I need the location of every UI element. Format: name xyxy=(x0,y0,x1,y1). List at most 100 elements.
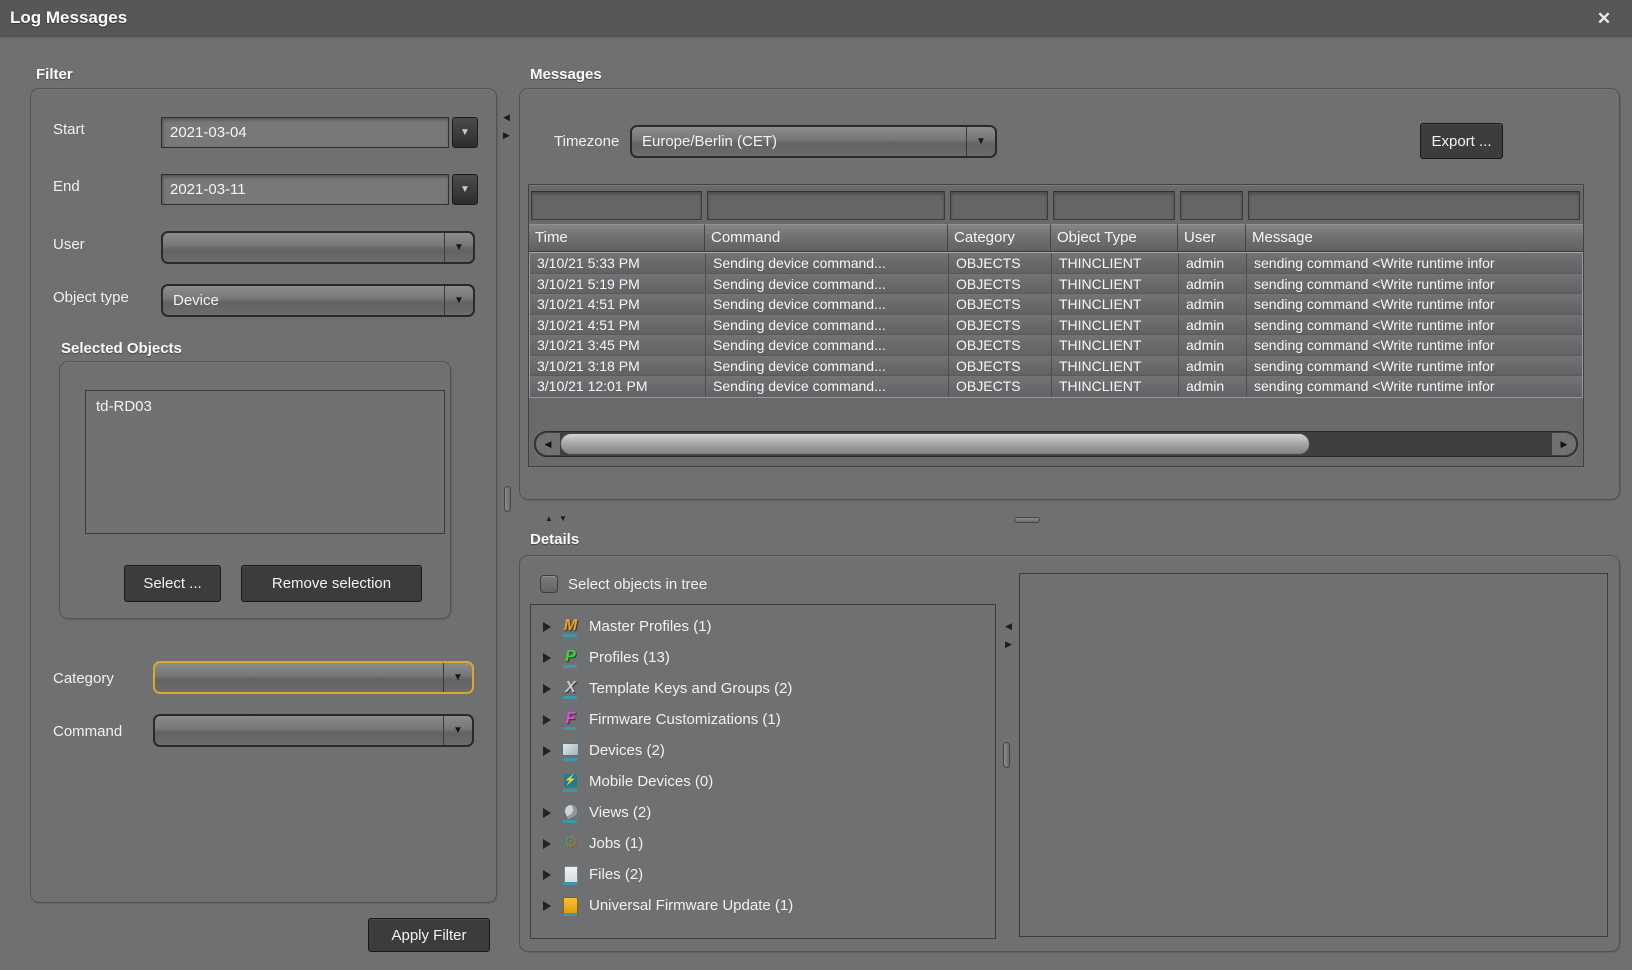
table-row[interactable]: 3/10/21 5:33 PMSending device command...… xyxy=(530,253,1582,274)
expand-arrow-icon[interactable] xyxy=(543,715,559,725)
cell-time: 3/10/21 5:19 PM xyxy=(530,274,706,294)
column-filter-input-user[interactable] xyxy=(1180,191,1243,220)
column-filter-input-category[interactable] xyxy=(950,191,1048,220)
files-icon xyxy=(561,865,580,884)
timezone-combobox[interactable]: Europe/Berlin (CET) ▼ xyxy=(630,125,997,158)
column-header-command[interactable]: Command xyxy=(705,224,948,252)
column-header-user[interactable]: User xyxy=(1178,224,1246,252)
cell-object_type: THINCLIENT xyxy=(1052,335,1179,355)
selected-objects-list[interactable]: td-RD03 xyxy=(85,390,445,534)
expand-arrow-icon[interactable] xyxy=(543,808,559,818)
start-label: Start xyxy=(53,121,85,138)
user-combobox[interactable]: ▼ xyxy=(161,231,475,264)
object-type-combobox[interactable]: Device ▼ xyxy=(161,284,475,317)
tree-item[interactable]: Profiles (13) xyxy=(531,642,995,673)
table-row[interactable]: 3/10/21 12:01 PMSending device command..… xyxy=(530,376,1582,397)
expand-tree-right-icon[interactable]: ▶ xyxy=(1005,639,1012,649)
filter-cell-category xyxy=(948,186,1051,224)
cell-object_type: THINCLIENT xyxy=(1052,253,1179,273)
collapse-tree-left-icon[interactable]: ◀ xyxy=(1005,621,1012,631)
expand-arrow-icon[interactable] xyxy=(543,653,559,663)
cell-object_type: THINCLIENT xyxy=(1052,315,1179,335)
collapse-left-icon[interactable]: ◀ xyxy=(503,112,510,122)
cell-command: Sending device command... xyxy=(706,356,949,376)
cell-category: OBJECTS xyxy=(949,335,1052,355)
expand-down-icon[interactable]: ▼ xyxy=(559,514,567,524)
scroll-right-icon[interactable]: ▶ xyxy=(1552,433,1576,455)
cell-category: OBJECTS xyxy=(949,376,1052,397)
cell-message: sending command <Write runtime infor xyxy=(1247,253,1582,273)
cell-category: OBJECTS xyxy=(949,253,1052,273)
expand-arrow-icon[interactable] xyxy=(543,684,559,694)
cell-user: admin xyxy=(1179,315,1247,335)
cell-time: 3/10/21 4:51 PM xyxy=(530,315,706,335)
column-header-time[interactable]: Time xyxy=(529,224,705,252)
command-combobox[interactable]: ▼ xyxy=(153,714,474,747)
scrollbar-thumb[interactable] xyxy=(560,433,1310,455)
close-icon[interactable]: ✕ xyxy=(1592,7,1616,31)
column-header-object_type[interactable]: Object Type xyxy=(1051,224,1178,252)
cell-user: admin xyxy=(1179,335,1247,355)
expand-arrow-icon[interactable] xyxy=(543,746,559,756)
table-row[interactable]: 3/10/21 3:45 PMSending device command...… xyxy=(530,335,1582,356)
column-filter-input-object_type[interactable] xyxy=(1053,191,1175,220)
column-header-category[interactable]: Category xyxy=(948,224,1051,252)
scroll-left-icon[interactable]: ◀ xyxy=(536,433,560,455)
category-combobox[interactable]: ▼ xyxy=(153,661,474,694)
expand-arrow-icon[interactable] xyxy=(543,622,559,632)
tree-item[interactable]: Master Profiles (1) xyxy=(531,611,995,642)
end-date-input[interactable]: 2021-03-11 xyxy=(161,174,449,205)
remove-selection-button[interactable]: Remove selection xyxy=(241,565,422,602)
collapse-up-icon[interactable]: ▲ xyxy=(545,514,553,524)
tree-item[interactable]: Mobile Devices (0) xyxy=(531,766,995,797)
tree-item[interactable]: Jobs (1) xyxy=(531,828,995,859)
table-row[interactable]: 3/10/21 5:19 PMSending device command...… xyxy=(530,274,1582,295)
expand-arrow-icon[interactable] xyxy=(543,901,559,911)
cell-message: sending command <Write runtime infor xyxy=(1247,294,1582,314)
cell-command: Sending device command... xyxy=(706,335,949,355)
mobile-devices-icon xyxy=(561,772,580,791)
tree-item[interactable]: Firmware Customizations (1) xyxy=(531,704,995,735)
cell-category: OBJECTS xyxy=(949,294,1052,314)
end-date-dropdown-button[interactable]: ▼ xyxy=(452,174,478,205)
start-date-input[interactable]: 2021-03-04 xyxy=(161,117,449,148)
messages-group-label: Messages xyxy=(530,66,602,83)
dialog-title: Log Messages xyxy=(10,8,127,28)
apply-filter-button[interactable]: Apply Filter xyxy=(368,918,490,952)
column-filter-input-command[interactable] xyxy=(707,191,945,220)
expand-arrow-icon[interactable] xyxy=(543,870,559,880)
chevron-down-icon: ▼ xyxy=(443,716,472,745)
horizontal-splitter-grip[interactable] xyxy=(1014,517,1040,523)
tree-item[interactable]: Template Keys and Groups (2) xyxy=(531,673,995,704)
tree-item-label: Master Profiles (1) xyxy=(589,618,712,635)
table-row[interactable]: 3/10/21 4:51 PMSending device command...… xyxy=(530,315,1582,336)
messages-group: Timezone Europe/Berlin (CET) ▼ Export ..… xyxy=(519,88,1620,500)
cell-user: admin xyxy=(1179,356,1247,376)
vertical-splitter-grip[interactable] xyxy=(504,486,511,512)
export-button[interactable]: Export ... xyxy=(1420,123,1503,159)
tree-item-label: Template Keys and Groups (2) xyxy=(589,680,792,697)
tree-item[interactable]: Files (2) xyxy=(531,859,995,890)
details-splitter-grip[interactable] xyxy=(1003,742,1010,768)
select-button[interactable]: Select ... xyxy=(124,565,221,602)
select-objects-checkbox[interactable] xyxy=(540,575,558,593)
expand-right-icon[interactable]: ▶ xyxy=(503,130,510,140)
table-filter-row xyxy=(529,185,1583,224)
expand-arrow-icon[interactable] xyxy=(543,839,559,849)
tree-item[interactable]: Universal Firmware Update (1) xyxy=(531,890,995,921)
column-filter-input-time[interactable] xyxy=(531,191,702,220)
filter-group: Start 2021-03-04 ▼ End 2021-03-11 ▼ User… xyxy=(30,88,497,903)
list-item[interactable]: td-RD03 xyxy=(86,391,444,415)
table-row[interactable]: 3/10/21 3:18 PMSending device command...… xyxy=(530,356,1582,377)
filter-cell-time xyxy=(529,186,705,224)
chevron-down-icon: ▼ xyxy=(444,286,473,315)
table-row[interactable]: 3/10/21 4:51 PMSending device command...… xyxy=(530,294,1582,315)
column-header-message[interactable]: Message xyxy=(1246,224,1583,252)
tree-item[interactable]: Views (2) xyxy=(531,797,995,828)
filter-cell-user xyxy=(1178,186,1246,224)
cell-time: 3/10/21 3:18 PM xyxy=(530,356,706,376)
start-date-dropdown-button[interactable]: ▼ xyxy=(452,117,478,148)
horizontal-scrollbar[interactable]: ◀ ▶ xyxy=(534,431,1578,457)
column-filter-input-message[interactable] xyxy=(1248,191,1580,220)
tree-item[interactable]: Devices (2) xyxy=(531,735,995,766)
